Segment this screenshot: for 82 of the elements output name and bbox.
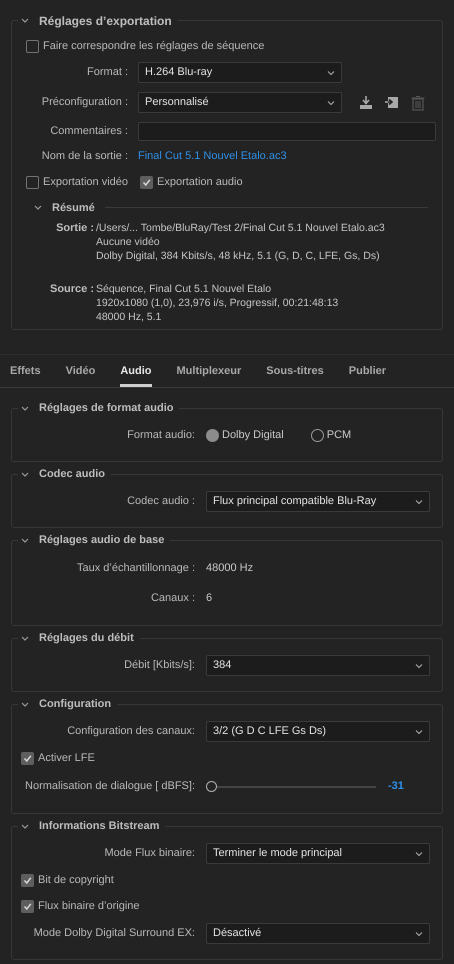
section-title: Informations Bitstream [39,819,160,834]
tab[interactable]: Audio [120,363,152,386]
section-title: Réglages audio de base [39,533,164,548]
chevron-icon[interactable] [21,536,29,544]
field-label: Codec audio : [126,494,196,510]
field-label: Débit [Kbits/s]: [123,658,196,674]
chevron-icon[interactable] [21,700,29,708]
save-preset-icon[interactable] [358,94,374,110]
caret-icon [415,930,423,936]
summary-line: /Users/... Tombe/BluRay/Test 2/Final Cut 5.1 Nouvel Etalo.ac3 [96,221,385,235]
subsection-title: Résumé [52,200,95,216]
summary-line: Aucune vidéo [96,235,161,249]
summary-line: Dolby Digital, 384 Kbits/s, 48 kHz, 5.1 (G, D, C, LFE, Gs, Ds) [96,249,381,263]
section-title: Réglages d’exportation [39,13,172,30]
field-label: Nom de la sortie : [40,149,128,164]
chevron-icon[interactable] [34,204,42,212]
field-label: Mode Dolby Digital Surround EX: [32,926,196,942]
summary-line: 1920x1080 (1,0), 23,976 i/s, Progressif, 00:21:48:13 [96,296,338,310]
section-title: Réglages de format audio [39,401,174,416]
section-title: Réglages du débit [39,631,134,646]
dropdown[interactable]: Désactivé [206,923,430,944]
summary-line: Séquence, Final Cut 5.1 Nouvel Etalo [96,282,272,296]
summary-line: 48000 Hz, 5.1 [96,310,162,324]
checkbox[interactable] [140,176,153,189]
checkbox[interactable] [26,176,39,189]
section-title: Configuration [39,697,112,712]
checkbox-label: Flux binaire d’origine [38,899,140,914]
field-value: 6 [206,591,212,606]
summary-label: Source : [48,282,95,297]
slider[interactable] [206,782,376,792]
tab[interactable]: Effets [10,363,41,386]
field-value: 48000 Hz [206,561,254,576]
caret-icon [415,498,423,504]
chevron-icon[interactable] [21,634,29,642]
chevron-icon[interactable] [21,470,29,478]
comments-field[interactable] [138,122,436,141]
radio-button[interactable] [206,429,219,442]
field-label: Configuration des canaux: [66,724,196,740]
field-label: Format : [86,65,128,80]
chevron-icon[interactable] [21,404,29,412]
field-label: Format audio: [126,428,196,444]
chevron-icon[interactable] [21,822,29,830]
section-title: Codec audio [39,467,106,482]
field-label: Taux d’échantillonnage : [76,561,196,576]
caret-icon [327,100,335,106]
dropdown[interactable]: Flux principal compatible Blu-Ray [206,491,430,512]
caret-icon [415,662,423,668]
tab[interactable]: Publier [348,363,386,386]
checkbox-label: Faire correspondre les réglages de séquence [43,38,264,54]
slider-thumb[interactable] [206,781,217,792]
checkbox[interactable] [21,874,34,887]
summary-label: Sortie : [55,221,95,236]
dropdown[interactable]: 384 [206,655,430,676]
checkbox-label: Exportation vidéo [43,175,128,190]
slider-value: -31 [388,779,404,794]
dropdown[interactable]: Personnalisé [138,92,342,113]
field-label: Commentaires : [49,124,128,140]
tab[interactable]: Vidéo [66,363,96,386]
checkbox[interactable] [21,752,34,765]
caret-icon [327,70,335,76]
chevron-icon[interactable] [21,17,29,25]
checkbox[interactable] [26,40,39,52]
caret-icon [415,850,423,856]
dropdown[interactable]: H.264 Blu-ray [138,62,342,83]
checkbox-label: Bit de copyright [38,873,114,888]
dropdown[interactable]: Terminer le mode principal [206,843,430,864]
field-label: Mode Flux binaire: [104,846,196,862]
field-label: Préconfiguration : [40,95,128,110]
field-label: Normalisation de dialogue [ dBFS]: [24,779,196,794]
caret-icon [415,728,423,734]
checkbox[interactable] [21,900,34,913]
radio-label: PCM [326,428,352,444]
dropdown[interactable]: 3/2 (G D C LFE Gs Ds) [206,721,430,742]
radio-button[interactable] [310,429,324,442]
tab[interactable]: Multiplexeur [176,363,242,386]
radio-label: Dolby Digital [222,428,284,444]
checkbox-label: Exportation audio [157,175,243,190]
tab[interactable]: Sous-titres [266,363,324,386]
import-preset-icon[interactable] [384,94,400,110]
checkbox-label: Activer LFE [38,751,95,766]
field-label: Canaux : [150,591,196,606]
output-file-link[interactable]: Final Cut 5.1 Nouvel Etalo.ac3 [138,148,287,164]
